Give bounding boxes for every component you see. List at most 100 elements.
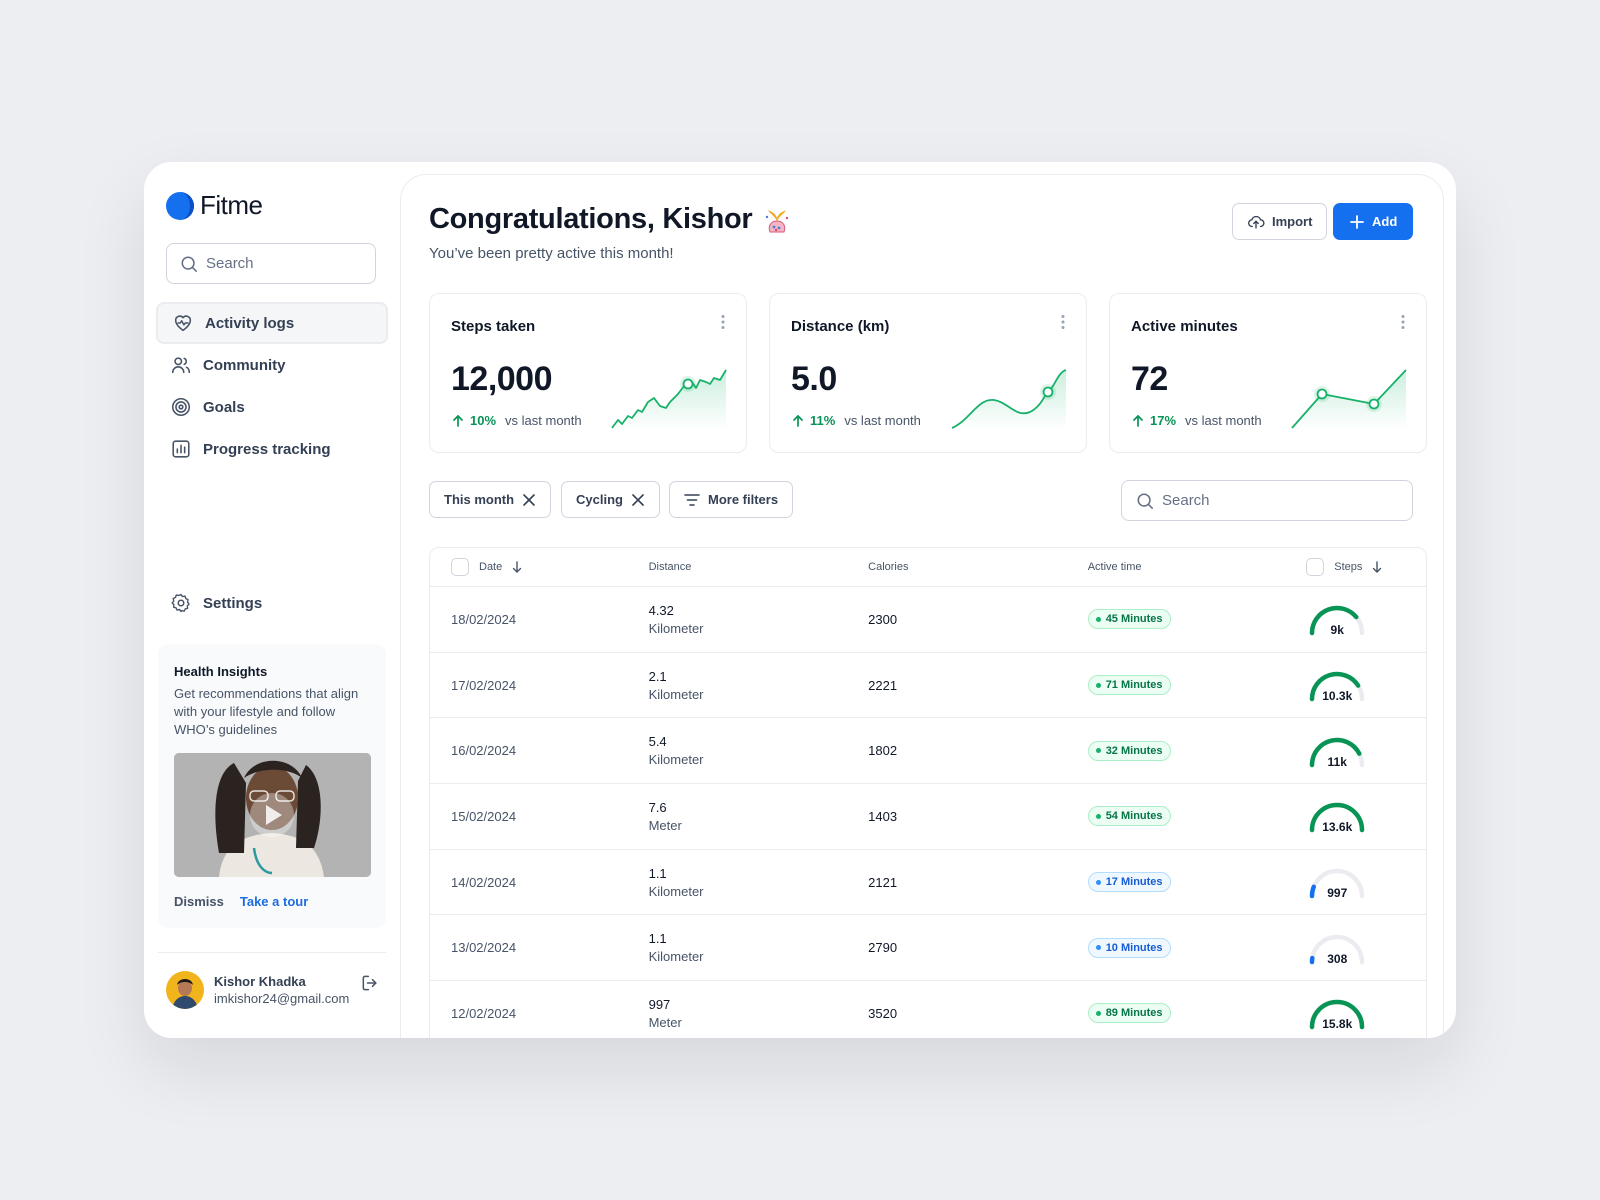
fitme-logo-icon <box>166 191 194 220</box>
logout-icon[interactable] <box>360 973 380 993</box>
date-text: 13/02/2024 <box>451 940 517 956</box>
party-popper-icon <box>766 209 789 232</box>
filter-chip-cycling[interactable]: Cycling <box>561 481 660 518</box>
search-icon <box>1137 492 1153 509</box>
distance-unit: Kilometer <box>648 949 704 965</box>
table-row[interactable]: 17/02/2024 2.1 Kilometer 2221 71 Minutes 10.3… <box>430 653 1426 719</box>
distance-unit: Kilometer <box>648 752 704 768</box>
cell-distance: 1.1 Kilometer <box>649 866 869 899</box>
steps-checkbox[interactable] <box>1306 558 1325 576</box>
table-row[interactable]: 18/02/2024 4.32 Kilometer 2300 45 Minutes 9k <box>430 587 1426 653</box>
header-date-label: Date <box>479 561 503 573</box>
import-button[interactable]: Import <box>1232 203 1328 240</box>
distance-unit: Kilometer <box>648 883 704 899</box>
steps-value: 997 <box>1327 886 1348 901</box>
user-profile: Kishor Khadka imkishor24@gmail.com <box>158 952 386 1009</box>
table-row[interactable]: 15/02/2024 7.6 Meter 1403 54 Minutes 13.6k <box>430 784 1426 850</box>
cell-steps: 997 <box>1306 864 1426 900</box>
distance-sparkline <box>951 369 1067 430</box>
chip-label: This month <box>444 492 515 507</box>
sidebar: Fitme Search Activity logs Community Goa… <box>144 162 400 1038</box>
steps-gauge: 11k <box>1306 733 1368 769</box>
cell-distance: 4.32 Kilometer <box>649 603 869 636</box>
sidebar-item-goals[interactable]: Goals <box>156 386 388 428</box>
insights-video[interactable] <box>174 753 371 877</box>
sidebar-item-settings[interactable]: Settings <box>170 592 262 614</box>
header-calories: Calories <box>868 561 909 573</box>
table-search-input[interactable]: Search <box>1121 480 1413 521</box>
steps-gauge: 13.6k <box>1306 798 1368 834</box>
close-icon[interactable] <box>522 493 536 507</box>
status-dot <box>1095 813 1101 819</box>
header-steps[interactable]: Steps <box>1306 558 1426 576</box>
card-title: Distance (km) <box>791 318 890 335</box>
header-date[interactable]: Date <box>430 558 649 576</box>
card-title: Active minutes <box>1131 318 1238 335</box>
search-placeholder: Search <box>1162 492 1210 509</box>
heart-pulse-icon <box>174 315 192 332</box>
status-badge: 32 Minutes <box>1087 740 1171 761</box>
table-row[interactable]: 16/02/2024 5.4 Kilometer 1802 32 Minutes 11k <box>430 718 1426 785</box>
status-badge: 17 Minutes <box>1087 872 1171 893</box>
filter-lines-icon <box>684 493 700 506</box>
cell-calories: 1802 <box>868 743 1088 758</box>
date-text: 14/02/2024 <box>451 874 517 890</box>
more-vertical-icon[interactable] <box>1400 314 1406 330</box>
chip-label: Cycling <box>576 492 623 507</box>
more-vertical-icon[interactable] <box>720 314 726 330</box>
steps-value: 13.6k <box>1322 820 1353 835</box>
active-time-text: 54 Minutes <box>1105 810 1163 823</box>
avatar[interactable] <box>166 971 204 1009</box>
table-row[interactable]: 12/02/2024 997 Meter 3520 89 Minutes 15.8k <box>430 981 1426 1038</box>
more-vertical-icon[interactable] <box>1060 314 1066 330</box>
cell-calories: 1403 <box>868 809 1088 824</box>
cell-calories: 2790 <box>868 940 1088 955</box>
sidebar-item-activity-logs[interactable]: Activity logs <box>156 302 388 344</box>
upload-cloud-icon <box>1248 215 1265 229</box>
users-icon <box>171 357 191 374</box>
distance-value: 4.32 <box>648 602 674 618</box>
distance-value: 7.6 <box>648 799 667 815</box>
date-text: 17/02/2024 <box>451 677 517 693</box>
cell-distance: 2.1 Kilometer <box>649 669 869 702</box>
delta-note: vs last month <box>1185 413 1262 428</box>
insights-text: Get recommendations that align with your… <box>174 686 359 737</box>
card-delta: 11% vs last month <box>791 413 921 428</box>
search-icon <box>181 255 197 272</box>
table-header: Date Distance Calories Active time Steps <box>430 548 1426 587</box>
sidebar-search-input[interactable]: Search <box>166 243 376 284</box>
select-all-checkbox[interactable] <box>451 558 469 576</box>
table-row[interactable]: 14/02/2024 1.1 Kilometer 2121 17 Minutes 997 <box>430 850 1426 916</box>
status-badge: 10 Minutes <box>1087 937 1171 958</box>
status-dot <box>1095 879 1101 885</box>
sidebar-item-community[interactable]: Community <box>156 344 388 386</box>
cell-active-time: 89 Minutes <box>1087 1003 1307 1024</box>
active-time-text: 32 Minutes <box>1105 744 1163 757</box>
cell-active-time: 10 Minutes <box>1087 937 1307 958</box>
cell-steps: 308 <box>1306 930 1426 966</box>
cell-calories: 2221 <box>868 678 1088 693</box>
sidebar-item-label: Activity logs <box>205 314 295 332</box>
user-email: imkishor24@gmail.com <box>214 991 350 1006</box>
sidebar-item-progress-tracking[interactable]: Progress tracking <box>156 428 388 470</box>
user-info: Kishor Khadka imkishor24@gmail.com <box>214 974 349 1006</box>
user-name: Kishor Khadka <box>214 974 306 989</box>
brand[interactable]: Fitme <box>166 190 263 221</box>
filter-chip-this-month[interactable]: This month <box>429 481 552 518</box>
cell-date: 15/02/2024 <box>430 809 649 824</box>
more-filters-button[interactable]: More filters <box>669 481 794 518</box>
add-button[interactable]: Add <box>1333 203 1414 240</box>
app-window: Fitme Search Activity logs Community Goa… <box>144 162 1456 1038</box>
dismiss-link[interactable]: Dismiss <box>174 894 224 909</box>
header-distance: Distance <box>648 561 692 573</box>
arrow-up-icon <box>453 414 463 427</box>
table-row[interactable]: 13/02/2024 1.1 Kilometer 2790 10 Minutes 308 <box>430 915 1426 982</box>
cell-steps: 15.8k <box>1306 995 1426 1031</box>
calories-value: 2221 <box>868 677 898 693</box>
arrow-up-icon <box>793 414 803 427</box>
distance-value: 1.1 <box>648 931 667 947</box>
take-a-tour-link[interactable]: Take a tour <box>240 894 308 909</box>
add-label: Add <box>1372 214 1398 229</box>
close-icon[interactable] <box>631 493 645 507</box>
distance-card: Distance (km) 5.0 11% vs last month <box>769 293 1087 453</box>
